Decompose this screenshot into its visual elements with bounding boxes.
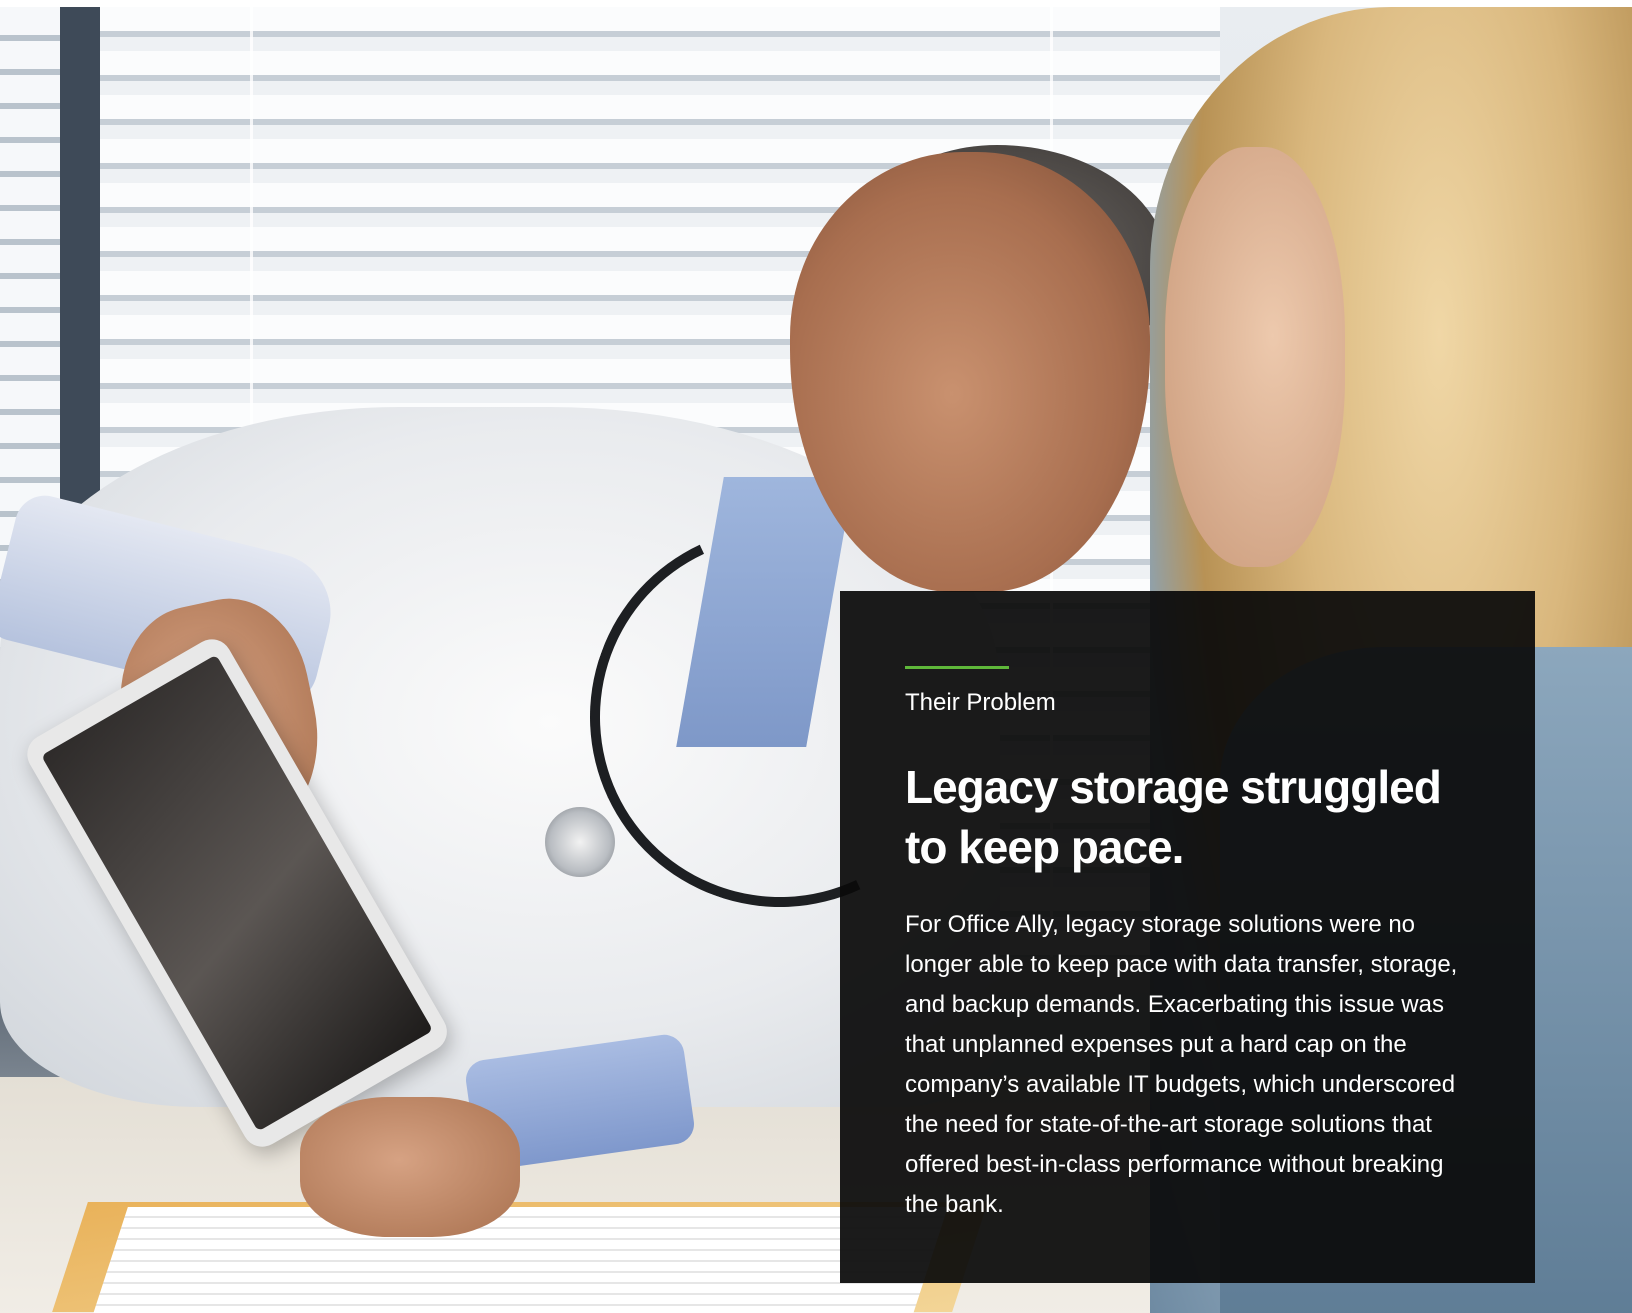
problem-card: Their Problem Legacy storage struggled t… bbox=[840, 591, 1535, 1283]
patient-face bbox=[1165, 147, 1345, 567]
headline: Legacy storage struggled to keep pace. bbox=[905, 761, 1442, 873]
doctor-holding-hand bbox=[300, 1097, 520, 1237]
stethoscope-icon bbox=[545, 807, 615, 877]
accent-rule bbox=[905, 666, 1009, 669]
body-paragraph: For Office Ally, legacy storage solution… bbox=[905, 911, 1458, 1218]
section-eyebrow: Their Problem bbox=[905, 689, 1056, 716]
paper-document bbox=[92, 1207, 948, 1313]
doctor-face bbox=[790, 152, 1150, 592]
